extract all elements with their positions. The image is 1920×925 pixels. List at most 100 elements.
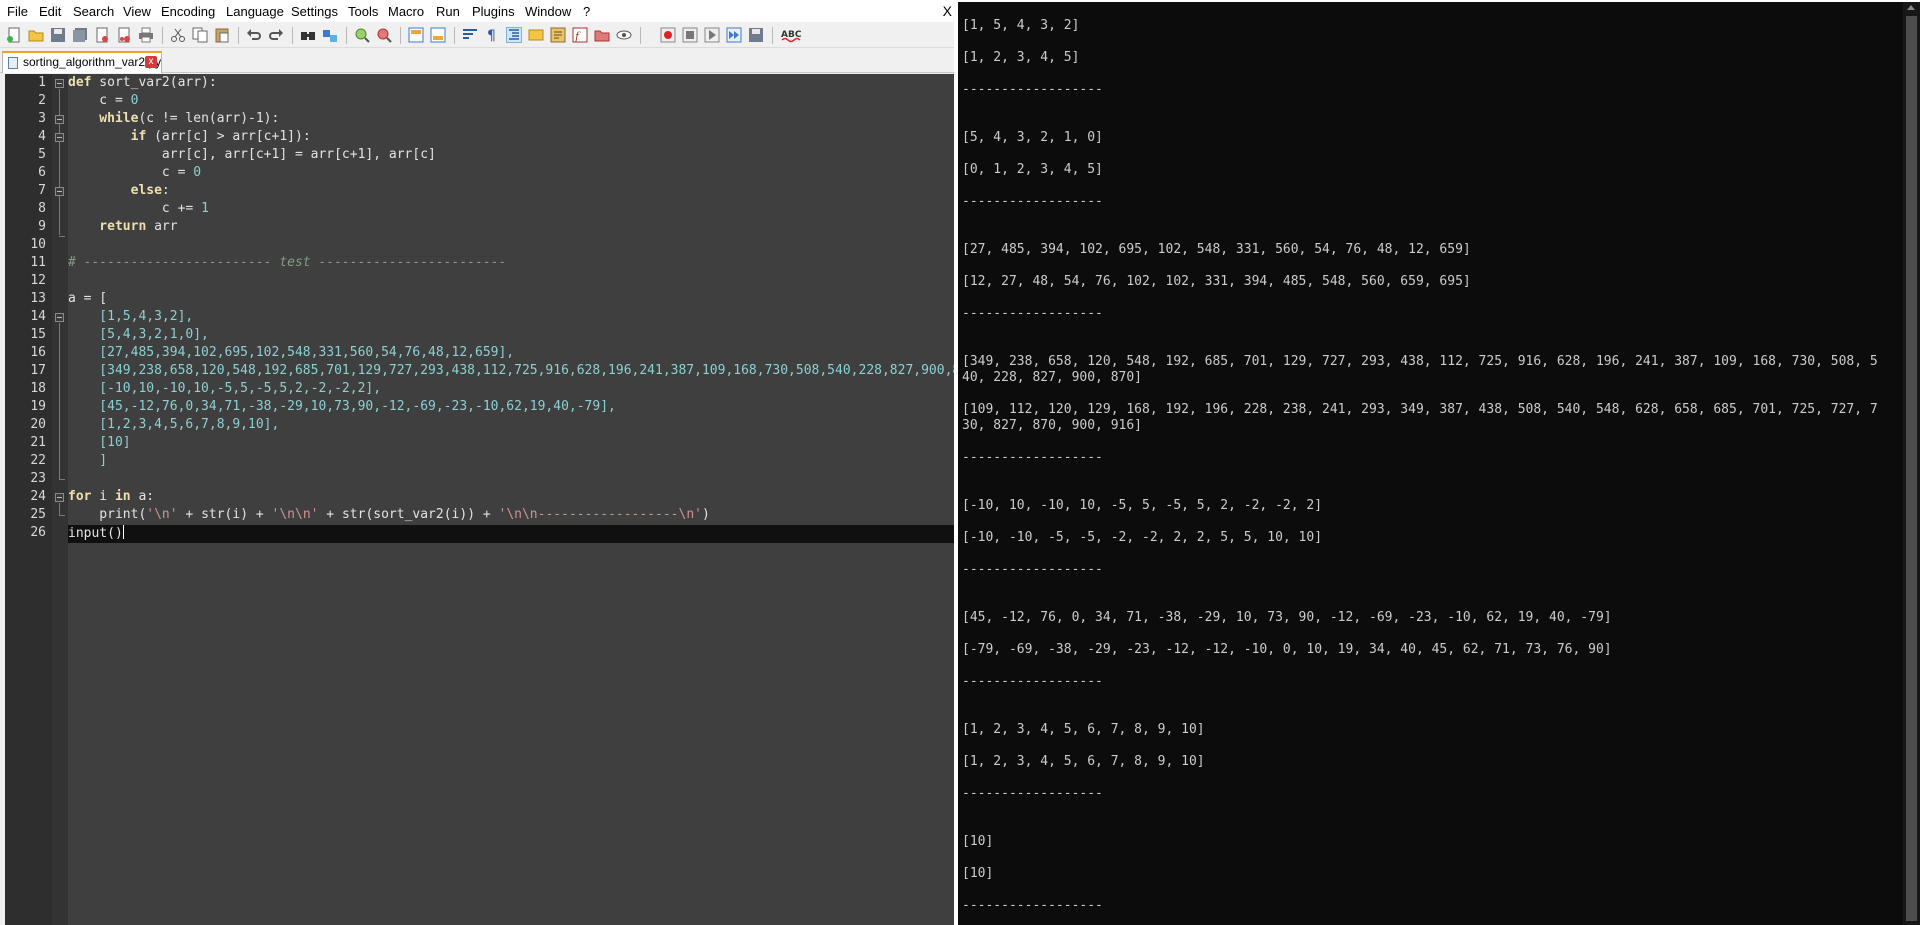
find-icon[interactable]: [300, 27, 316, 43]
redo-icon[interactable]: [268, 27, 284, 43]
function-list-icon[interactable]: f: [572, 27, 588, 43]
console-scrollbar[interactable]: [1903, 2, 1920, 925]
console-separator-line: ------------------: [962, 674, 1103, 689]
menu-edit[interactable]: Edit: [39, 4, 61, 19]
console-separator-line: ------------------: [962, 786, 1103, 801]
code-line: a = [: [68, 291, 108, 306]
line-number: 26: [30, 525, 46, 540]
fold-guide: [59, 89, 60, 235]
save-all-icon[interactable]: [72, 27, 88, 43]
console-border: [958, 0, 1920, 2]
line-number: 2: [38, 93, 46, 108]
text-cursor: [122, 525, 124, 539]
menu-macro[interactable]: Macro: [388, 4, 424, 19]
macro-stop-icon[interactable]: [682, 27, 698, 43]
fold-end-marker: [59, 479, 65, 480]
macro-run-multiple-icon[interactable]: [726, 27, 742, 43]
code-editor[interactable]: 1 2 3 4 5 6 7 8 9 10 11 12 13 14 15 16 1…: [5, 74, 954, 925]
spell-check-icon[interactable]: ABC: [780, 27, 802, 43]
line-number: 24: [30, 489, 46, 504]
menu-language[interactable]: Language: [226, 4, 284, 19]
line-number: 15: [30, 327, 46, 342]
tab-close-icon[interactable]: x: [145, 56, 157, 68]
scrollbar-thumb[interactable]: [1906, 16, 1917, 921]
fold-toggle-icon[interactable]: [55, 115, 64, 124]
console-output-line: [-10, 10, -10, 10, -5, 5, -5, 5, 2, -2, …: [962, 498, 1323, 513]
folder-workspace-icon[interactable]: [594, 27, 610, 43]
close-file-icon[interactable]: [94, 27, 110, 43]
sync-horizontal-icon[interactable]: [430, 27, 446, 43]
macro-record-icon[interactable]: [660, 27, 676, 43]
show-all-characters-icon[interactable]: ¶: [484, 27, 500, 44]
menu-settings[interactable]: Settings: [291, 4, 338, 19]
console-output-line: [10]: [962, 834, 994, 849]
console-output-line: [0, 1, 2, 3, 4, 5]: [962, 162, 1103, 177]
macro-play-icon[interactable]: [704, 27, 720, 43]
line-number: 25: [30, 507, 46, 522]
line-number: 5: [38, 147, 46, 162]
zoom-in-icon[interactable]: [354, 27, 370, 43]
tab-bar: sorting_algorithm_var2.py x: [0, 48, 958, 73]
console-output-line: [10]: [962, 866, 994, 881]
fold-toggle-icon[interactable]: [55, 313, 64, 322]
code-line: def sort_var2(arr):: [68, 75, 217, 90]
line-number: 4: [38, 129, 46, 144]
print-icon[interactable]: [138, 27, 154, 43]
code-line: c += 1: [68, 201, 209, 216]
menu-file[interactable]: File: [7, 4, 28, 19]
menu-encoding[interactable]: Encoding: [161, 4, 215, 19]
monitoring-icon[interactable]: [616, 27, 632, 43]
menu-window[interactable]: Window: [525, 4, 571, 19]
line-number: 8: [38, 201, 46, 216]
console-window[interactable]: [1, 5, 4, 3, 2] [1, 2, 3, 4, 5] --------…: [958, 0, 1920, 925]
new-file-icon[interactable]: [6, 27, 22, 43]
close-document-button[interactable]: X: [943, 3, 952, 19]
zoom-out-icon[interactable]: [376, 27, 392, 43]
menu-view[interactable]: View: [123, 4, 151, 19]
tab-sorting-algorithm[interactable]: sorting_algorithm_var2.py x: [2, 51, 162, 73]
console-separator-line: ------------------: [962, 898, 1103, 913]
macro-save-icon[interactable]: [748, 27, 764, 43]
indent-guide-icon[interactable]: [506, 27, 522, 43]
menu-bar: File Edit Search View Encoding Language …: [0, 0, 958, 22]
copy-icon[interactable]: [192, 27, 208, 43]
fold-toggle-icon[interactable]: [55, 79, 64, 88]
word-wrap-icon[interactable]: [462, 27, 478, 43]
cut-icon[interactable]: [170, 27, 186, 43]
code-line: arr[c], arr[c+1] = arr[c+1], arr[c]: [68, 147, 436, 162]
fold-toggle-icon[interactable]: [55, 187, 64, 196]
line-number: 3: [38, 111, 46, 126]
open-file-icon[interactable]: [28, 27, 44, 43]
menu-help[interactable]: ?: [583, 4, 590, 19]
document-map-icon[interactable]: [550, 27, 566, 43]
language-icon[interactable]: [528, 27, 544, 43]
line-number: 18: [30, 381, 46, 396]
console-separator-line: ------------------: [962, 306, 1103, 321]
paste-icon[interactable]: [214, 27, 230, 43]
menu-plugins[interactable]: Plugins: [472, 4, 515, 19]
console-output-line: [12, 27, 48, 54, 76, 102, 102, 331, 394,…: [962, 274, 1471, 289]
menu-run[interactable]: Run: [436, 4, 460, 19]
code-line: [-10,10,-10,10,-5,5,-5,5,2,-2,-2,2],: [68, 381, 382, 396]
sync-vertical-icon[interactable]: [408, 27, 424, 43]
toolbar-separator: [292, 27, 293, 44]
menu-tools[interactable]: Tools: [348, 4, 378, 19]
fold-toggle-icon[interactable]: [55, 133, 64, 142]
line-number: 21: [30, 435, 46, 450]
code-line: c = 0: [68, 93, 139, 108]
fold-guide: [59, 323, 60, 479]
console-separator-line: ------------------: [962, 450, 1103, 465]
replace-icon[interactable]: [322, 27, 338, 43]
notepadpp-window: File Edit Search View Encoding Language …: [0, 0, 958, 925]
line-number: 14: [30, 309, 46, 324]
menu-search[interactable]: Search: [73, 4, 114, 19]
code-line: return arr: [68, 219, 178, 234]
fold-toggle-icon[interactable]: [55, 493, 64, 502]
close-all-icon[interactable]: [116, 27, 132, 43]
code-comment: # ------------------------ test --------…: [68, 255, 507, 270]
undo-icon[interactable]: [246, 27, 262, 43]
line-number: 9: [38, 219, 46, 234]
scroll-up-arrow-icon[interactable]: [1907, 5, 1915, 10]
console-output-line: [27, 485, 394, 102, 695, 102, 548, 331, …: [962, 242, 1471, 257]
save-icon[interactable]: [50, 27, 66, 43]
